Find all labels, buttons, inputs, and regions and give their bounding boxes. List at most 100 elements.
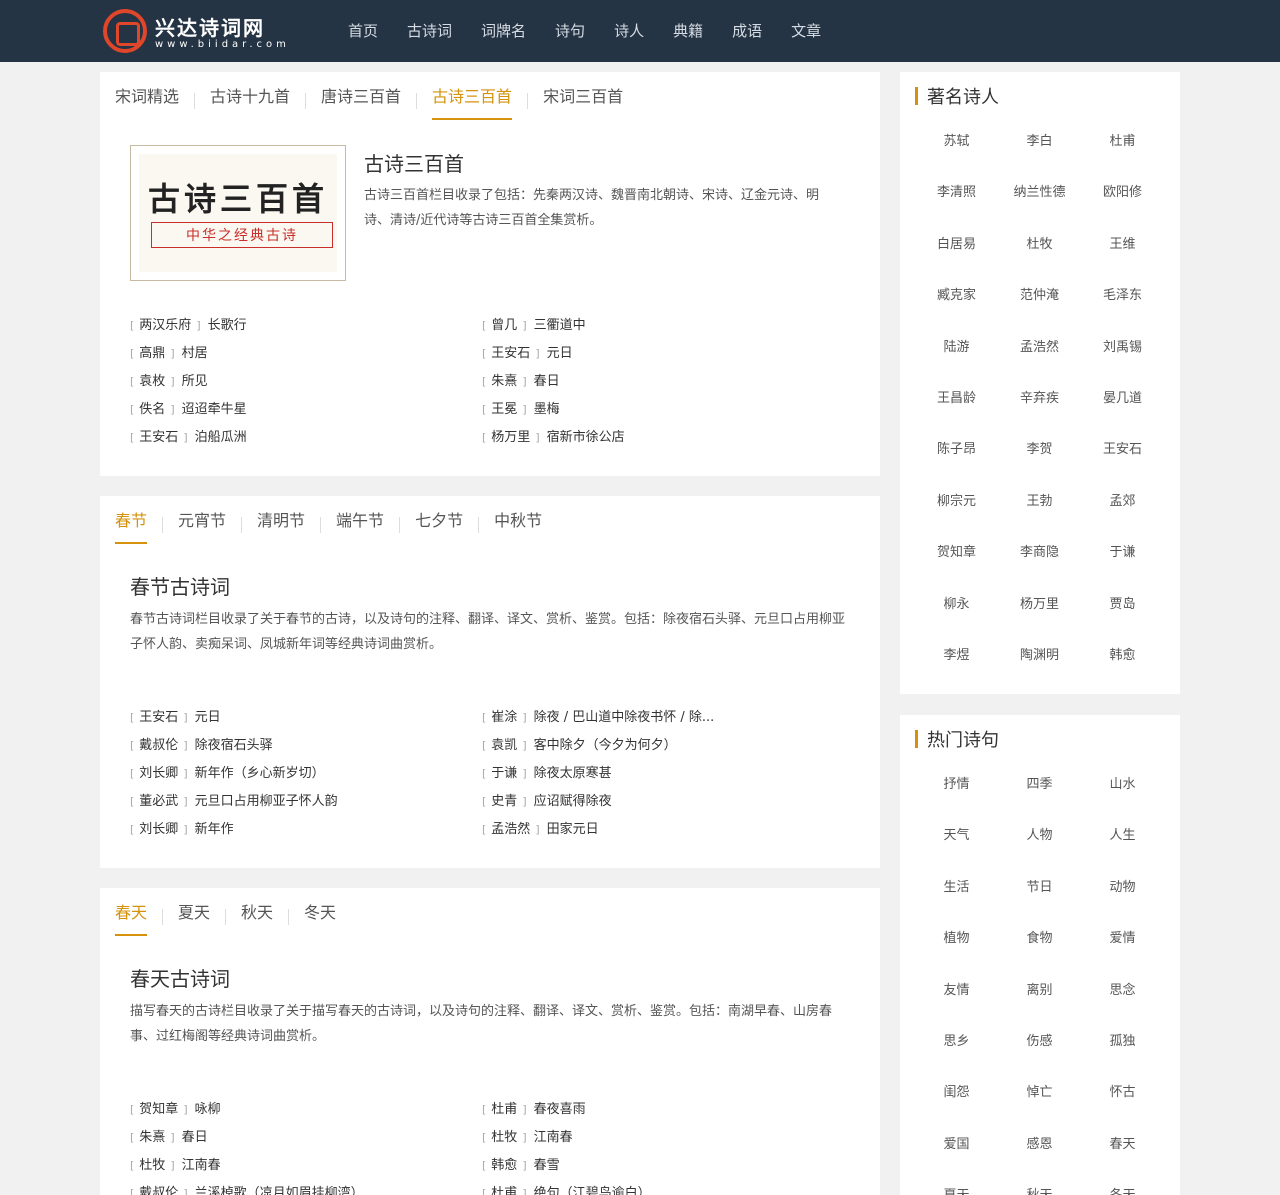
poem-title-link[interactable]: 春夜喜雨: [534, 1102, 586, 1117]
poet-link[interactable]: 杜牧: [998, 227, 1081, 278]
poem-author-link[interactable]: 戴叔伦: [139, 1186, 178, 1195]
poem-author-link[interactable]: 贺知章: [139, 1102, 178, 1117]
poem-author-link[interactable]: 王安石: [139, 710, 178, 725]
poem-author-link[interactable]: 孟浩然: [491, 822, 530, 837]
poem-author-link[interactable]: 王安石: [139, 430, 178, 445]
poem-author-link[interactable]: 两汉乐府: [139, 318, 191, 333]
hot-topic-link[interactable]: 悼亡: [998, 1075, 1081, 1126]
poem-title-link[interactable]: 江南春: [182, 1158, 221, 1173]
poet-link[interactable]: 李白: [998, 124, 1081, 175]
poet-link[interactable]: 晏几道: [1081, 381, 1164, 432]
poet-link[interactable]: 柳宗元: [915, 484, 998, 535]
poet-link[interactable]: 陶渊明: [998, 638, 1081, 689]
poem-author-link[interactable]: 董必武: [139, 794, 178, 809]
nav-chengyu[interactable]: 成语: [720, 0, 774, 62]
poet-link[interactable]: 李商隐: [998, 535, 1081, 586]
poem-author-link[interactable]: 高鼎: [139, 346, 165, 361]
poem-author-link[interactable]: 杜甫: [491, 1102, 517, 1117]
hot-topic-link[interactable]: 天气: [915, 818, 998, 869]
poem-author-link[interactable]: 朱熹: [491, 374, 517, 389]
poem-author-link[interactable]: 袁凯: [491, 738, 517, 753]
poem-title-link[interactable]: 绝句（江碧鸟逾白）: [534, 1186, 651, 1195]
poem-author-link[interactable]: 佚名: [139, 402, 165, 417]
hot-topic-link[interactable]: 闺怨: [915, 1075, 998, 1126]
poem-title-link[interactable]: 咏柳: [195, 1102, 221, 1117]
site-logo[interactable]: 兴达诗词网 www.biidar.com: [103, 9, 303, 53]
poet-link[interactable]: 白居易: [915, 227, 998, 278]
poem-author-link[interactable]: 杜牧: [139, 1158, 165, 1173]
hot-topic-link[interactable]: 四季: [998, 767, 1081, 818]
poem-author-link[interactable]: 杜甫: [491, 1186, 517, 1195]
poet-link[interactable]: 王勃: [998, 484, 1081, 535]
collection-cover-image[interactable]: 古诗三百首 中华之经典古诗: [130, 145, 346, 281]
hot-topic-link[interactable]: 夏天: [915, 1178, 998, 1195]
hot-topic-link[interactable]: 思乡: [915, 1024, 998, 1075]
poem-author-link[interactable]: 朱熹: [139, 1130, 165, 1145]
tab-qingming[interactable]: 清明节: [257, 510, 305, 540]
collection-title[interactable]: 古诗三百首: [364, 148, 464, 177]
poem-title-link[interactable]: 墨梅: [534, 402, 560, 417]
poem-title-link[interactable]: 宿新市徐公店: [547, 430, 625, 445]
poet-link[interactable]: 臧克家: [915, 278, 998, 329]
poem-title-link[interactable]: 除夜 / 巴山道中除夜书怀 / 除...: [534, 710, 715, 725]
tab-summer[interactable]: 夏天: [178, 902, 210, 932]
poem-title-link[interactable]: 兰溪棹歌（凉月如眉挂柳湾）: [195, 1186, 364, 1195]
poem-title-link[interactable]: 春日: [182, 1130, 208, 1145]
nav-gushici[interactable]: 古诗词: [395, 0, 464, 62]
nav-home[interactable]: 首页: [336, 0, 390, 62]
poem-title-link[interactable]: 元日: [547, 346, 573, 361]
hot-topic-link[interactable]: 离别: [998, 973, 1081, 1024]
poet-link[interactable]: 孟郊: [1081, 484, 1164, 535]
poem-author-link[interactable]: 刘长卿: [139, 766, 178, 781]
poem-title-link[interactable]: 元旦口占用柳亚子怀人韵: [195, 794, 338, 809]
poem-title-link[interactable]: 泊船瓜洲: [195, 430, 247, 445]
hot-topic-link[interactable]: 感恩: [998, 1127, 1081, 1178]
poem-title-link[interactable]: 村居: [182, 346, 208, 361]
poem-title-link[interactable]: 除夜太原寒甚: [534, 766, 612, 781]
poem-title-link[interactable]: 应诏赋得除夜: [534, 794, 612, 809]
poet-link[interactable]: 王安石: [1081, 432, 1164, 483]
poet-link[interactable]: 李贺: [998, 432, 1081, 483]
poet-link[interactable]: 韩愈: [1081, 638, 1164, 689]
poem-author-link[interactable]: 史青: [491, 794, 517, 809]
nav-wenzhang[interactable]: 文章: [779, 0, 833, 62]
poem-title-link[interactable]: 春雪: [534, 1158, 560, 1173]
poem-author-link[interactable]: 王安石: [491, 346, 530, 361]
hot-topic-link[interactable]: 秋天: [998, 1178, 1081, 1195]
poet-link[interactable]: 孟浩然: [998, 330, 1081, 381]
poet-link[interactable]: 贺知章: [915, 535, 998, 586]
poet-link[interactable]: 李清照: [915, 175, 998, 226]
festival-title[interactable]: 春节古诗词: [130, 571, 230, 600]
poem-title-link[interactable]: 元日: [195, 710, 221, 725]
poet-link[interactable]: 苏轼: [915, 124, 998, 175]
poem-title-link[interactable]: 新年作: [195, 822, 234, 837]
poet-link[interactable]: 毛泽东: [1081, 278, 1164, 329]
hot-topic-link[interactable]: 春天: [1081, 1127, 1164, 1178]
hot-topic-link[interactable]: 山水: [1081, 767, 1164, 818]
season-title[interactable]: 春天古诗词: [130, 963, 230, 992]
poet-link[interactable]: 王昌龄: [915, 381, 998, 432]
poem-author-link[interactable]: 刘长卿: [139, 822, 178, 837]
hot-topic-link[interactable]: 爱情: [1081, 921, 1164, 972]
poem-author-link[interactable]: 于谦: [491, 766, 517, 781]
tab-songci-300[interactable]: 宋词三百首: [543, 86, 623, 116]
poet-link[interactable]: 杨万里: [998, 587, 1081, 638]
nav-cipaiming[interactable]: 词牌名: [469, 0, 538, 62]
poet-link[interactable]: 柳永: [915, 587, 998, 638]
tab-gushi-300[interactable]: 古诗三百首: [432, 86, 513, 120]
hot-topic-link[interactable]: 思念: [1081, 973, 1164, 1024]
tab-gushi-19[interactable]: 古诗十九首: [210, 86, 290, 116]
poet-link[interactable]: 贾岛: [1081, 587, 1164, 638]
tab-duanwu[interactable]: 端午节: [336, 510, 384, 540]
poet-link[interactable]: 范仲淹: [998, 278, 1081, 329]
tab-spring[interactable]: 春天: [115, 902, 148, 936]
tab-winter[interactable]: 冬天: [304, 902, 336, 932]
hot-topic-link[interactable]: 人物: [998, 818, 1081, 869]
poem-title-link[interactable]: 三衢道中: [534, 318, 586, 333]
poem-author-link[interactable]: 杨万里: [491, 430, 530, 445]
poem-title-link[interactable]: 春日: [534, 374, 560, 389]
poem-author-link[interactable]: 袁枚: [139, 374, 165, 389]
hot-topic-link[interactable]: 植物: [915, 921, 998, 972]
hot-topic-link[interactable]: 冬天: [1081, 1178, 1164, 1195]
tab-yuanxiao[interactable]: 元宵节: [178, 510, 226, 540]
